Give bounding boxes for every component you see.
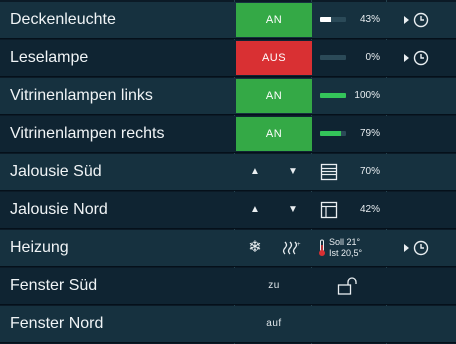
play-icon: [404, 244, 409, 252]
row-label: Jalousie Süd: [10, 163, 102, 180]
dimmer-value: 100%: [354, 90, 380, 101]
toggle-button[interactable]: AN: [236, 3, 312, 37]
timer-button[interactable]: [398, 230, 438, 266]
arrow-up-icon[interactable]: ▲: [236, 192, 274, 228]
dimmer-fill: [320, 131, 341, 136]
dimmer-value: 43%: [359, 14, 380, 25]
arrow-down-icon[interactable]: ▼: [274, 192, 312, 228]
heat-waves-icon[interactable]: +: [282, 230, 302, 266]
clock-icon: [413, 240, 429, 256]
row-fenster-nord: Fenster Nord auf: [0, 306, 456, 343]
smart-home-panel: Deckenleuchte AN 43% Leselampe AUS 0% Vi…: [0, 0, 456, 344]
row-heizung: Heizung ❄ + Soll 21° Ist 20,5°: [0, 230, 456, 267]
heating-temperatures: Soll 21° Ist 20,5°: [329, 237, 362, 259]
blind-value: 42%: [359, 204, 380, 215]
row-label: Heizung: [10, 239, 69, 256]
timer-button[interactable]: [398, 2, 438, 38]
play-icon: [404, 16, 409, 24]
row-label: Leselampe: [10, 49, 89, 66]
blind-value: 70%: [359, 166, 380, 177]
snowflake-icon[interactable]: ❄: [236, 230, 274, 266]
row-label: Vitrinenlampen links: [10, 87, 153, 104]
svg-text:+: +: [297, 242, 301, 248]
row-leselampe: Leselampe AUS 0%: [0, 40, 456, 77]
toggle-button[interactable]: AUS: [236, 41, 312, 75]
open-lock-icon: [337, 268, 359, 304]
blind-icon: [320, 192, 338, 228]
setpoint-temperature: Soll 21°: [329, 237, 361, 247]
timer-button[interactable]: [398, 40, 438, 76]
row-vitrinenlampen-links: Vitrinenlampen links AN 100%: [0, 78, 456, 115]
row-label: Vitrinenlampen rechts: [10, 125, 165, 142]
row-jalousie-nord: Jalousie Nord ▲ ▼ 42%: [0, 192, 456, 229]
dimmer-value: 0%: [365, 52, 380, 63]
arrow-up-icon[interactable]: ▲: [236, 154, 274, 190]
row-label: Jalousie Nord: [10, 201, 108, 218]
row-jalousie-sued: Jalousie Süd ▲ ▼ 70%: [0, 154, 456, 191]
dimmer-value: 79%: [359, 128, 380, 139]
play-icon: [404, 54, 409, 62]
row-label: Fenster Süd: [10, 277, 98, 294]
clock-icon: [413, 50, 429, 66]
blind-icon: [320, 154, 338, 190]
row-deckenleuchte: Deckenleuchte AN 43%: [0, 2, 456, 39]
toggle-button[interactable]: AN: [236, 79, 312, 113]
row-label: Fenster Nord: [10, 315, 104, 332]
actual-temperature: Ist 20,5°: [329, 248, 363, 258]
clock-icon: [413, 12, 429, 28]
toggle-button[interactable]: AN: [236, 117, 312, 151]
row-vitrinenlampen-rechts: Vitrinenlampen rechts AN 79%: [0, 116, 456, 153]
row-fenster-sued: Fenster Süd zu: [0, 268, 456, 305]
dimmer-fill: [320, 17, 332, 22]
window-status-button[interactable]: zu: [236, 269, 312, 303]
row-label: Deckenleuchte: [10, 11, 116, 28]
arrow-down-icon[interactable]: ▼: [274, 154, 312, 190]
thermometer-icon: [318, 230, 326, 266]
window-status-button[interactable]: auf: [236, 307, 312, 341]
